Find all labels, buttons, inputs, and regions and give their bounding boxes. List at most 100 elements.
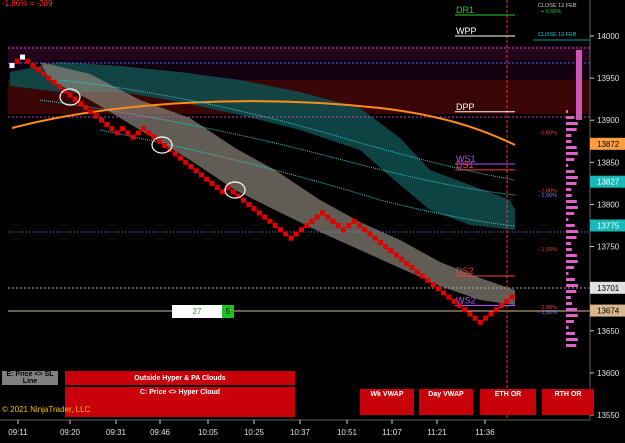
- renko-brick: [204, 176, 210, 182]
- renko-brick: [209, 180, 215, 186]
- renko-brick: [25, 58, 31, 64]
- volume-bar: [566, 152, 578, 155]
- renko-brick: [30, 62, 36, 68]
- volume-bar: [566, 326, 569, 329]
- renko-brick: [335, 223, 341, 228]
- renko-brick: [298, 227, 304, 233]
- renko-brick: [372, 235, 378, 241]
- y-tick-label: 13800: [597, 200, 620, 209]
- renko-brick: [198, 172, 204, 178]
- volume-bar: [566, 128, 577, 131]
- eth-or-button[interactable]: ETH OR: [480, 389, 536, 415]
- renko-brick: [477, 319, 483, 325]
- renko-brick: [188, 164, 194, 170]
- volume-bar: [566, 182, 577, 185]
- renko-brick: [441, 290, 447, 296]
- volume-bar: [566, 308, 577, 311]
- level-label-ws2: WS2: [456, 296, 476, 306]
- day-vwap-button[interactable]: Day VWAP: [419, 389, 473, 415]
- renko-brick: [193, 168, 199, 174]
- y-tick-label: 13600: [597, 369, 620, 378]
- level-label-ds2: DS2: [456, 266, 474, 276]
- outside-hyper-button[interactable]: Outside Hyper & PA Clouds: [65, 371, 295, 385]
- renko-brick: [183, 159, 189, 165]
- rth-or-button[interactable]: RTH OR: [542, 389, 594, 415]
- renko-brick: [56, 84, 62, 90]
- volume-bar: [566, 188, 572, 191]
- x-tick-label: 09:11: [8, 428, 28, 437]
- renko-brick: [125, 130, 131, 136]
- percent-annotation: - 1,50%: [538, 247, 557, 253]
- price-tag-label: 13701: [597, 284, 620, 293]
- renko-brick: [304, 223, 310, 228]
- price-tag-label: 13872: [597, 140, 620, 149]
- renko-brick: [383, 244, 389, 250]
- renko-brick: [67, 92, 73, 98]
- x-tick-label: 10:51: [337, 428, 358, 437]
- renko-brick: [98, 117, 104, 123]
- x-tick-label: 09:20: [60, 428, 81, 437]
- renko-brick: [256, 210, 262, 216]
- y-tick-label: 13900: [597, 116, 620, 125]
- x-tick-label: 10:25: [244, 428, 265, 437]
- renko-brick: [483, 315, 489, 321]
- volume-bar: [566, 248, 572, 251]
- volume-bar: [566, 272, 569, 275]
- renko-brick: [283, 231, 289, 237]
- volume-bar: [566, 290, 577, 293]
- counter-badge: 5: [222, 305, 234, 318]
- renko-brick: [20, 54, 26, 60]
- renko-brick: [367, 231, 373, 237]
- renko-brick: [362, 227, 368, 233]
- volume-bar: [566, 170, 575, 173]
- renko-brick: [472, 315, 478, 321]
- renko-brick: [72, 96, 78, 102]
- renko-brick: [356, 223, 362, 228]
- x-tick-label: 09:31: [106, 428, 127, 437]
- renko-brick: [135, 130, 141, 136]
- volume-bar: [566, 122, 578, 125]
- renko-brick: [141, 126, 147, 132]
- renko-brick: [493, 307, 499, 313]
- price-sl-button[interactable]: E: Price <> SL Line: [2, 371, 58, 385]
- volume-bar: [566, 146, 577, 149]
- renko-brick: [120, 126, 126, 132]
- renko-brick: [293, 231, 299, 237]
- renko-brick: [277, 227, 283, 233]
- renko-brick: [262, 214, 268, 220]
- renko-brick: [314, 214, 320, 220]
- volume-bar: [566, 200, 577, 203]
- volume-bar: [566, 260, 578, 263]
- y-tick-label: 13550: [597, 411, 620, 420]
- renko-brick: [272, 223, 278, 228]
- renko-brick: [467, 311, 473, 317]
- x-tick-label: 10:37: [290, 428, 311, 437]
- y-tick-label: 13650: [597, 327, 620, 336]
- renko-brick: [130, 134, 136, 140]
- renko-brick: [172, 151, 178, 157]
- renko-brick: [430, 281, 436, 287]
- renko-brick: [220, 189, 226, 195]
- price-tag-label: 13827: [597, 178, 620, 187]
- y-tick-label: 14000: [597, 32, 620, 41]
- price-hyper-button[interactable]: C: Price <> Hyper Cloud: [65, 387, 295, 417]
- y-tick-label: 13850: [597, 158, 620, 167]
- x-tick-label: 11:21: [427, 428, 447, 437]
- price-tag-label: 13775: [597, 222, 620, 231]
- volume-bar: [566, 116, 575, 119]
- renko-brick: [388, 248, 394, 254]
- renko-brick: [398, 256, 404, 262]
- volume-bar: [566, 218, 569, 221]
- level-label-dr1: DR1: [456, 5, 474, 15]
- x-tick-label: 11:07: [382, 428, 402, 437]
- renko-brick: [156, 138, 162, 144]
- y-tick-label: 13750: [597, 243, 620, 252]
- volume-bar: [566, 320, 574, 323]
- volume-bar: [566, 254, 577, 257]
- level-label-wpp: WPP: [456, 26, 477, 36]
- renko-brick: [251, 206, 257, 212]
- wk-vwap-button[interactable]: Wk VWAP: [360, 389, 414, 415]
- renko-brick: [14, 58, 20, 64]
- volume-bar: [566, 134, 572, 137]
- close-12-change: + 0,50%: [541, 9, 561, 15]
